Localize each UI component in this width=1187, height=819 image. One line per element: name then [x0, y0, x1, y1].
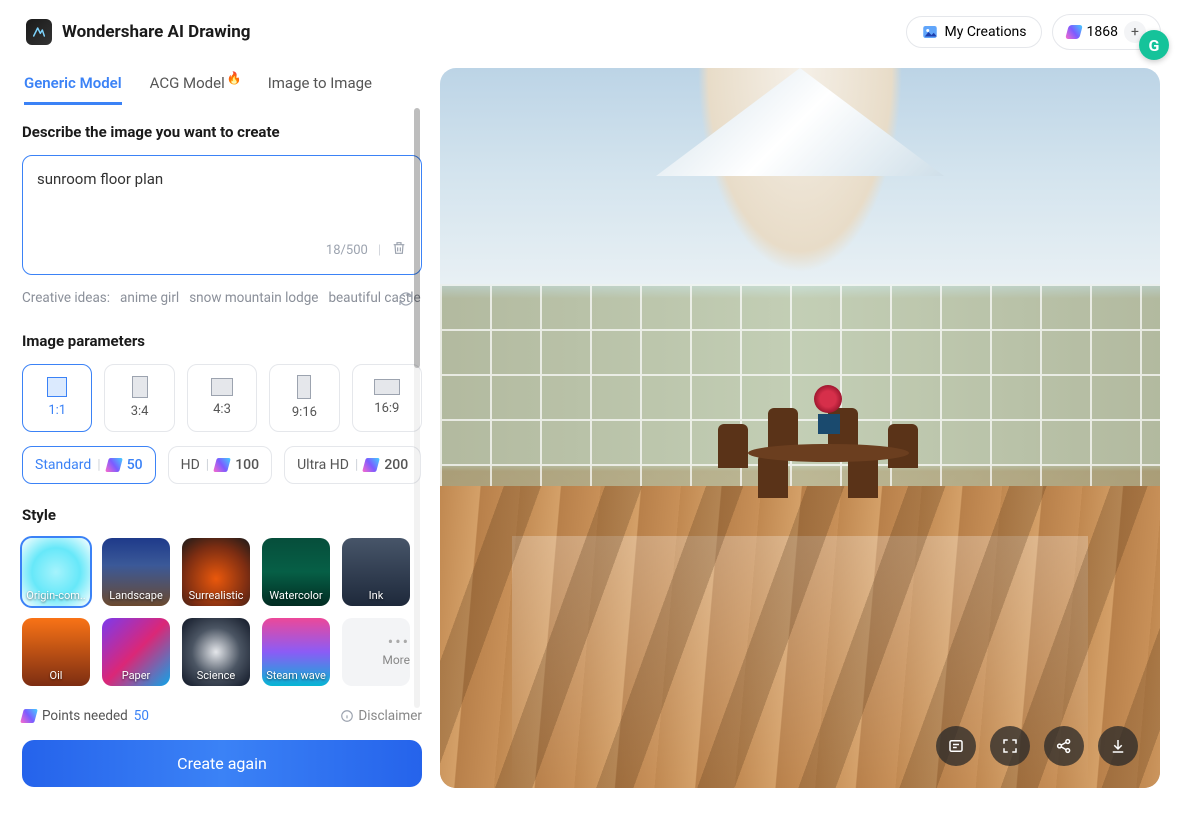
- style-paper[interactable]: Paper: [102, 618, 170, 686]
- my-creations-label: My Creations: [945, 24, 1027, 40]
- ratio-3-4[interactable]: 3:4: [104, 364, 174, 432]
- fire-icon: 🔥: [227, 71, 242, 85]
- square-icon: [47, 377, 67, 397]
- prompt-heading: Describe the image you want to create: [22, 123, 422, 141]
- grammarly-badge-icon[interactable]: G: [1139, 30, 1169, 60]
- tab-image-to-image[interactable]: Image to Image: [268, 68, 372, 105]
- quality-ultra-hd[interactable]: Ultra HD|200: [284, 446, 421, 484]
- points-icon: [213, 458, 231, 472]
- credits-value: 1868: [1087, 24, 1118, 40]
- app-logo-icon: [26, 19, 52, 45]
- style-watercolor[interactable]: Watercolor: [262, 538, 330, 606]
- style-surrealistic[interactable]: Surrealistic: [182, 538, 250, 606]
- download-button[interactable]: [1098, 726, 1138, 766]
- tab-generic-model[interactable]: Generic Model: [24, 68, 122, 105]
- my-creations-button[interactable]: My Creations: [906, 16, 1042, 48]
- style-landscape[interactable]: Landscape: [102, 538, 170, 606]
- points-icon: [105, 458, 123, 472]
- landscape-icon: [211, 378, 233, 396]
- points-icon: [20, 709, 38, 723]
- quality-standard[interactable]: Standard|50: [22, 446, 156, 484]
- params-heading: Image parameters: [22, 332, 422, 350]
- style-origin[interactable]: Origin-com..: [22, 538, 90, 606]
- disclaimer-link[interactable]: Disclaimer: [340, 708, 422, 724]
- scrollbar[interactable]: [414, 108, 420, 708]
- idea-lodge[interactable]: snow mountain lodge: [189, 287, 318, 310]
- refresh-ideas-button[interactable]: [398, 291, 414, 315]
- info-icon: [340, 709, 354, 723]
- ideas-label: Creative ideas:: [22, 287, 110, 310]
- ratio-1-1[interactable]: 1:1: [22, 364, 92, 432]
- ellipsis-icon: •••: [388, 632, 410, 651]
- tall-icon: [297, 375, 311, 399]
- fullscreen-icon: [1001, 737, 1019, 755]
- prompt-textarea[interactable]: sunroom floor plan 18/500 |: [22, 155, 422, 275]
- portrait-icon: [132, 376, 148, 398]
- download-icon: [1109, 737, 1127, 755]
- quality-hd[interactable]: HD|100: [168, 446, 272, 484]
- create-again-button[interactable]: Create again: [22, 740, 422, 787]
- ratio-9-16[interactable]: 9:16: [269, 364, 339, 432]
- brand-title: Wondershare AI Drawing: [62, 22, 250, 42]
- tab-acg-model[interactable]: ACG Model🔥: [150, 68, 240, 105]
- style-oil[interactable]: Oil: [22, 618, 90, 686]
- points-icon: [362, 458, 380, 472]
- share-icon: [1055, 737, 1073, 755]
- ratio-4-3[interactable]: 4:3: [187, 364, 257, 432]
- credits-icon: [1065, 25, 1083, 39]
- generated-image: [440, 68, 1160, 788]
- style-heading: Style: [22, 506, 422, 524]
- clear-prompt-button[interactable]: [391, 240, 407, 260]
- regenerate-button[interactable]: [936, 726, 976, 766]
- idea-anime[interactable]: anime girl: [120, 287, 179, 310]
- style-steam-wave[interactable]: Steam wave: [262, 618, 330, 686]
- points-needed-value: 50: [134, 708, 149, 724]
- trash-icon: [391, 240, 407, 256]
- style-more-button[interactable]: •••More: [342, 618, 410, 686]
- ratio-16-9[interactable]: 16:9: [352, 364, 422, 432]
- points-needed-label: Points needed: [42, 708, 128, 724]
- prompt-text: sunroom floor plan: [37, 170, 407, 240]
- share-button[interactable]: [1044, 726, 1084, 766]
- fullscreen-button[interactable]: [990, 726, 1030, 766]
- regenerate-icon: [947, 737, 965, 755]
- char-counter: 18/500: [326, 243, 368, 258]
- wide-icon: [374, 379, 400, 395]
- style-ink[interactable]: Ink: [342, 538, 410, 606]
- refresh-icon: [398, 291, 414, 307]
- style-science[interactable]: Science: [182, 618, 250, 686]
- image-icon: [921, 23, 939, 41]
